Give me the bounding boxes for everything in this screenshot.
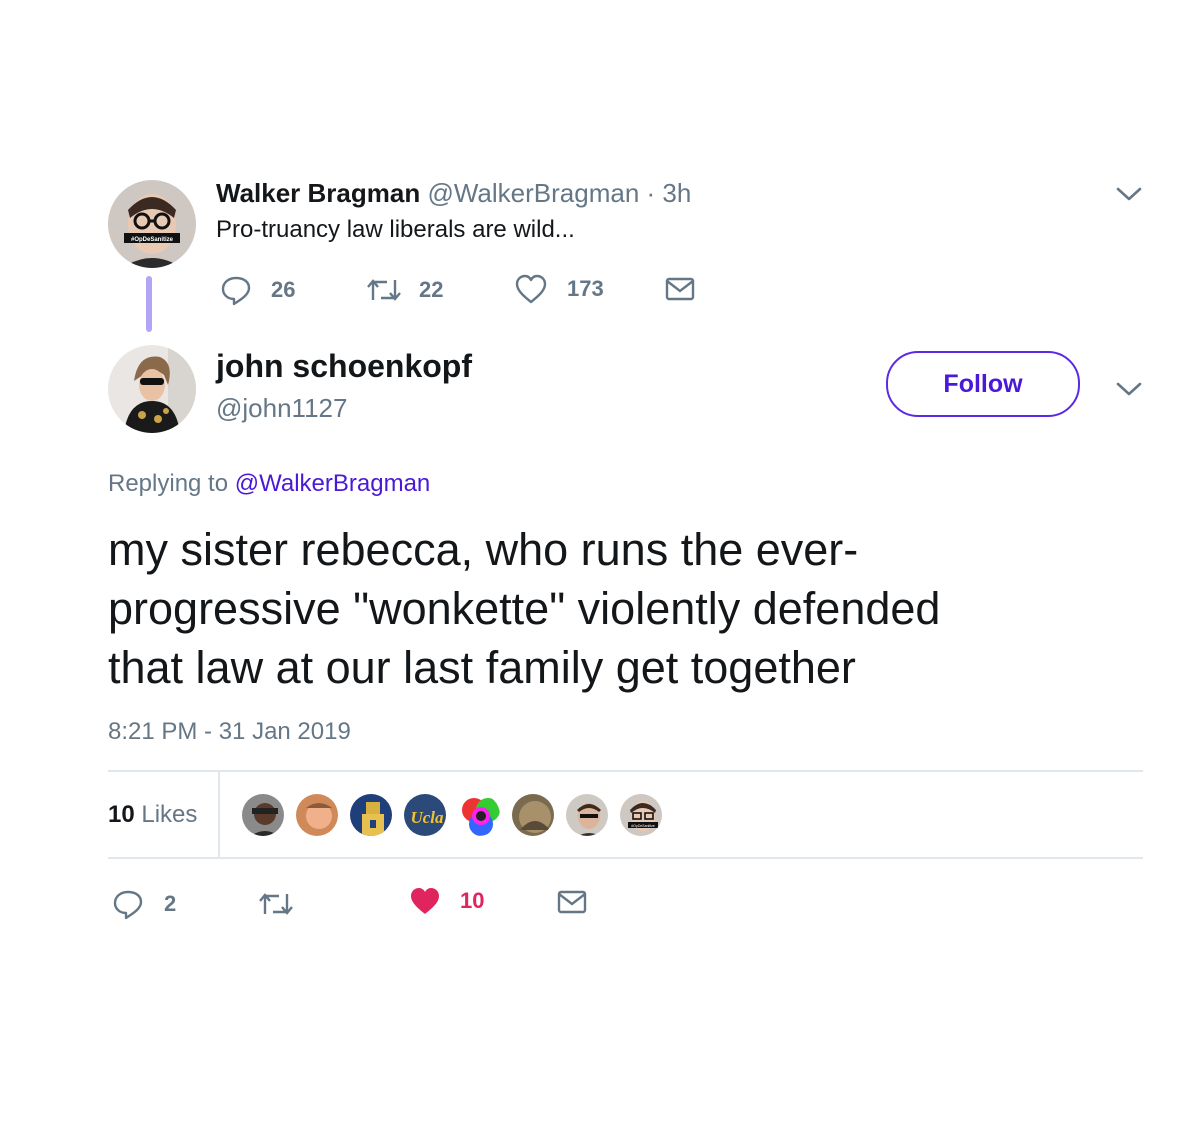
tweet-timestamp[interactable]: 8:21 PM - 31 Jan 2019 xyxy=(108,718,351,746)
liker-avatar[interactable] xyxy=(564,792,610,838)
liker-avatar[interactable] xyxy=(294,792,340,838)
likes-stat-label: Likes xyxy=(141,801,198,828)
avatar-john-schoenkopf[interactable] xyxy=(108,345,196,433)
dm-button[interactable] xyxy=(665,277,695,306)
reply-icon xyxy=(113,890,143,920)
likes-stat[interactable]: 10 Likes xyxy=(108,801,197,829)
chevron-down-icon[interactable] xyxy=(1116,186,1142,207)
divider xyxy=(108,770,1143,772)
tweet-header: Walker Bragman @WalkerBragman · 3h xyxy=(216,178,691,209)
tweet-time[interactable]: 3h xyxy=(662,178,691,208)
dm-button[interactable] xyxy=(557,890,587,919)
tweet-text-line: that law at our last family get together xyxy=(108,642,856,693)
chevron-down-icon[interactable] xyxy=(1116,381,1142,402)
replying-to-line: Replying to @WalkerBragman xyxy=(108,470,430,498)
separator: · xyxy=(646,178,656,208)
liker-avatar[interactable] xyxy=(240,792,286,838)
display-name[interactable]: Walker Bragman xyxy=(216,178,420,208)
replying-prefix: Replying to xyxy=(108,470,229,497)
tweet-text: my sister rebecca, who runs the ever- pr… xyxy=(108,520,940,697)
like-count: 173 xyxy=(567,276,604,301)
retweet-icon xyxy=(367,279,401,301)
tweet-text-line: my sister rebecca, who runs the ever- xyxy=(108,524,859,575)
likers-list: Ucla #OpDeSanitize xyxy=(240,792,664,838)
retweet-icon xyxy=(259,893,293,915)
avatar-walker-bragman[interactable]: #OpDeSanitize xyxy=(108,180,196,268)
liker-avatar[interactable] xyxy=(510,792,556,838)
like-count: 10 xyxy=(460,888,485,913)
reply-count: 26 xyxy=(271,277,296,302)
likes-stat-count: 10 xyxy=(108,801,135,828)
divider xyxy=(218,772,220,858)
reply-button[interactable]: 2 xyxy=(112,888,176,920)
heart-filled-icon xyxy=(411,888,439,914)
heart-icon xyxy=(515,274,547,304)
envelope-icon xyxy=(665,277,695,301)
avatar-badge-text: #OpDeSanitize xyxy=(131,237,174,243)
display-name[interactable]: john schoenkopf xyxy=(216,348,472,385)
tweet-text: Pro-truancy law liberals are wild... xyxy=(216,216,575,243)
thread-connector xyxy=(146,276,152,332)
reply-icon xyxy=(221,276,251,306)
reply-count: 2 xyxy=(164,891,177,916)
liker-badge-text: #OpDeSanitize xyxy=(631,824,655,828)
retweet-count: 22 xyxy=(419,277,444,302)
reply-button[interactable]: 26 xyxy=(220,274,295,306)
liker-avatar[interactable]: #OpDeSanitize xyxy=(618,792,664,838)
liker-avatar[interactable] xyxy=(348,792,394,838)
handle[interactable]: @WalkerBragman xyxy=(427,178,639,208)
ucla-logo-text: Ucla xyxy=(410,808,444,827)
divider xyxy=(108,857,1143,859)
liker-avatar[interactable] xyxy=(456,792,502,838)
envelope-icon xyxy=(557,890,587,914)
tweet-text-line: progressive "wonkette" violently defende… xyxy=(108,583,941,634)
follow-button[interactable]: Follow xyxy=(886,351,1080,417)
retweet-button[interactable] xyxy=(258,890,294,923)
handle[interactable]: @john1127 xyxy=(216,393,347,424)
like-button[interactable]: 173 xyxy=(515,274,604,304)
like-button[interactable]: 10 xyxy=(409,886,484,916)
replying-to-link[interactable]: @WalkerBragman xyxy=(235,470,431,497)
liker-avatar-ucla[interactable]: Ucla xyxy=(402,792,448,838)
retweet-button[interactable]: 22 xyxy=(366,276,443,304)
